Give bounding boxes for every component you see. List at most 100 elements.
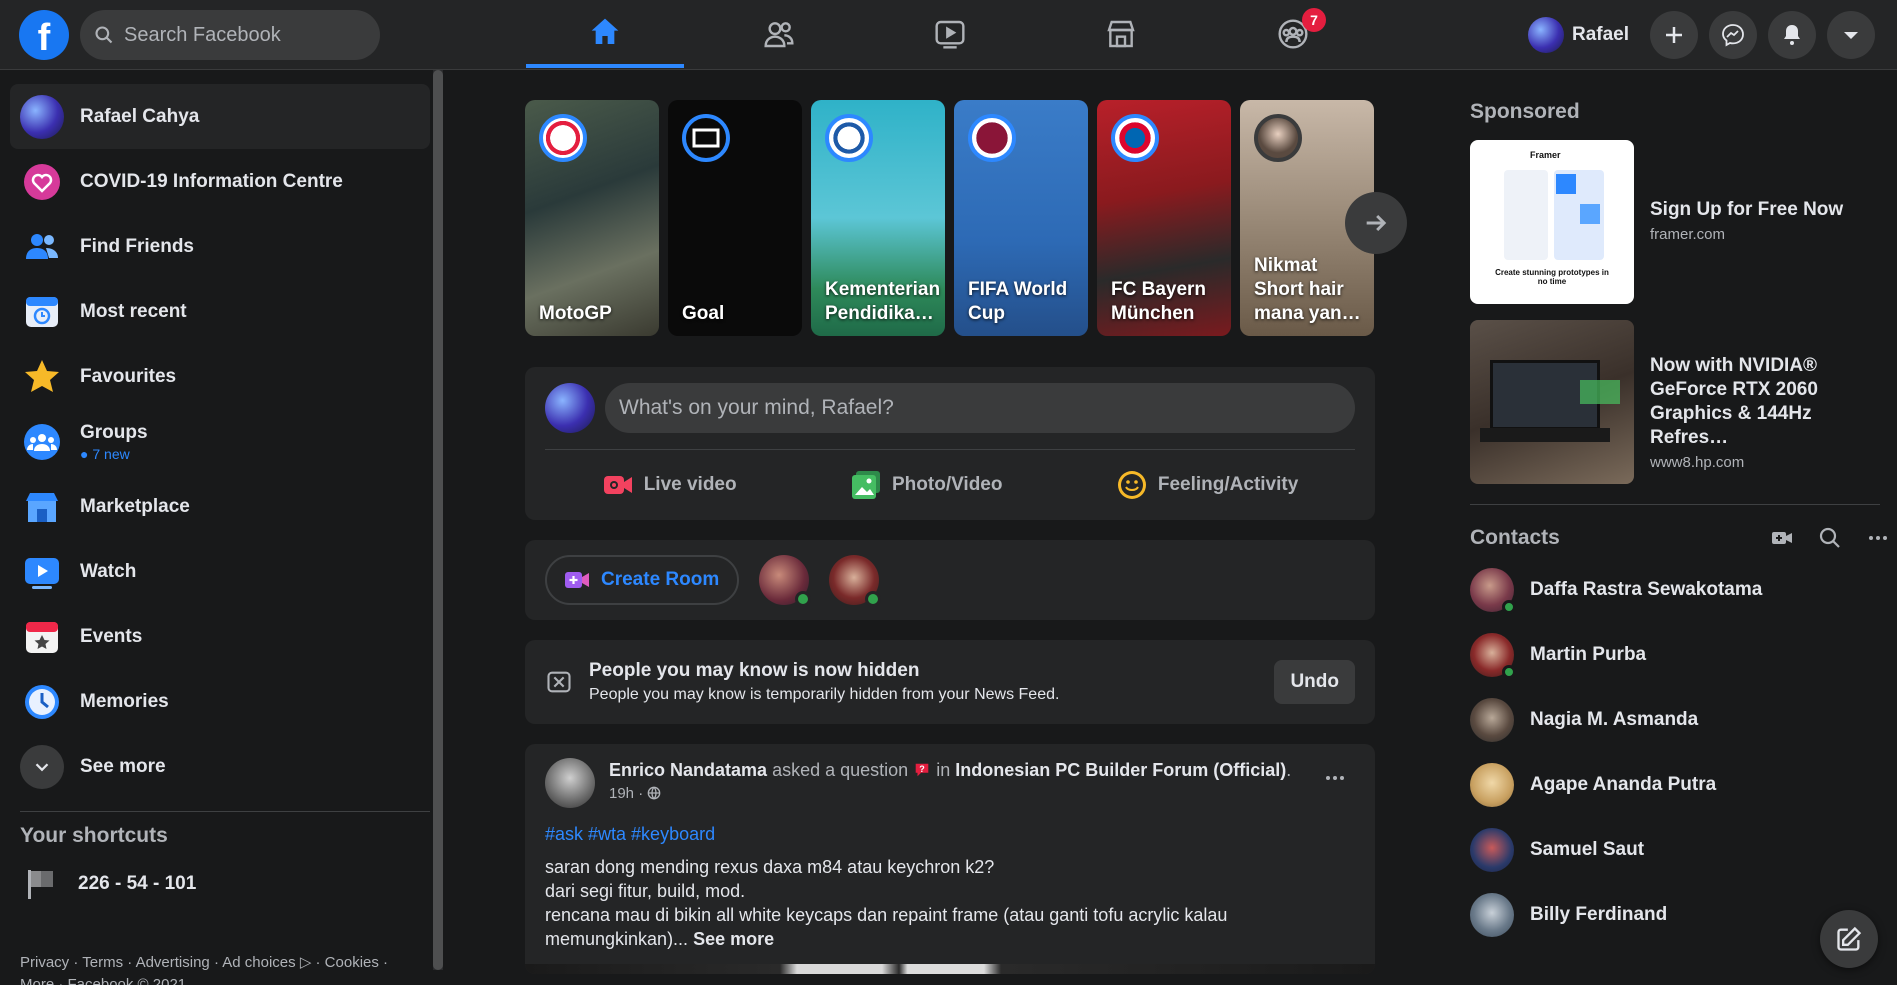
calendar-feed-icon [20,290,64,334]
messenger-button[interactable] [1709,11,1757,59]
avatar[interactable] [829,555,882,607]
sidebar-item-groups[interactable]: Groups ● 7 new [10,409,430,474]
contact-item[interactable]: Martin Purba [1470,622,1890,687]
contact-item[interactable]: Daffa Rastra Sewakotama [1470,557,1890,622]
contact-item[interactable]: Nagia M. Asmanda [1470,687,1890,752]
story-card[interactable]: Goal [668,100,802,336]
tab-marketplace[interactable] [1042,0,1200,68]
bell-icon [1784,25,1800,45]
new-room-icon[interactable] [1770,526,1794,550]
sponsored-ad[interactable]: Now with NVIDIA® GeForce RTX 2060 Graphi… [1470,320,1890,484]
story-card[interactable]: Kementerian Pendidika… [811,100,945,336]
plus-icon [1666,27,1682,43]
profile-chip[interactable]: Rafael [1528,16,1629,54]
photo-video-button[interactable]: Photo/Video [850,460,1002,510]
sidebar-item-events[interactable]: Events [10,604,430,669]
avatar[interactable] [759,555,812,607]
events-icon [20,615,64,659]
composer-input[interactable]: What's on your mind, Rafael? [605,383,1355,433]
scrollbar-thumb[interactable] [433,70,443,970]
tab-watch[interactable] [871,0,1029,68]
ad-image[interactable]: Framer Create stunning prototypes in no … [1470,140,1634,304]
tab-friends[interactable] [700,0,858,68]
stories-next-button[interactable] [1345,192,1407,254]
contact-item[interactable]: Agape Ananda Putra [1470,752,1890,817]
notifications-button[interactable] [1768,11,1816,59]
create-room-button[interactable]: Create Room [545,555,740,605]
sidebar-item-covid[interactable]: COVID-19 Information Centre [10,149,430,214]
rooms-card: Create Room [525,540,1375,620]
sidebar-item-label: Events [80,625,143,647]
feeling-activity-button[interactable]: Feeling/Activity [1116,460,1298,510]
sidebar-item-label: See more [80,755,166,777]
sidebar-item-watch[interactable]: Watch [10,539,430,604]
story-card[interactable]: MotoGP [525,100,659,336]
account-menu-button[interactable] [1827,11,1875,59]
hidden-notice-card: People you may know is now hidden People… [525,640,1375,724]
photo-icon [852,471,880,499]
tab-groups[interactable]: 7 [1214,0,1372,68]
sidebar-item-favourites[interactable]: Favourites [10,344,430,409]
create-button[interactable] [1650,11,1698,59]
new-message-button[interactable] [1820,910,1878,968]
story-card[interactable]: FIFA World Cup [954,100,1088,336]
question-icon: ? [915,763,929,777]
sidebar-item-label: Favourites [80,365,177,387]
search-icon[interactable] [1818,526,1842,550]
news-feed: MotoGP Goal Kementerian Pendidika… FIFA … [525,100,1407,974]
avatar [20,94,64,139]
ad-image[interactable] [1470,320,1634,484]
post-hashtags[interactable]: #ask #wta #keyboard [545,824,1355,845]
post-group-link[interactable]: Indonesian PC Builder Forum (Official) [955,760,1286,780]
shortcuts-heading: Your shortcuts [20,824,168,847]
shortcut-item[interactable]: 226 - 54 - 101 [10,856,430,912]
tab-home[interactable] [526,0,684,68]
search-input[interactable] [124,23,354,47]
post-line: dari segi fitur, build, mod. [545,881,746,901]
sidebar-item-profile[interactable]: Rafael Cahya [10,84,430,149]
sidebar-item-most-recent[interactable]: Most recent [10,279,430,344]
post-author[interactable]: Enrico Nandatama [609,760,767,780]
see-more-link[interactable]: See more [693,929,774,949]
sidebar-scrollbar[interactable] [433,70,443,970]
sidebar-item-label: Find Friends [80,235,194,257]
contact-item[interactable]: Samuel Saut [1470,817,1890,882]
sidebar-item-see-more[interactable]: See more [10,734,430,799]
avatar [1470,762,1514,807]
search-bar[interactable] [80,10,380,60]
footer-links[interactable]: Privacy · Terms · Advertising · Ad choic… [20,952,420,985]
post-action: asked a question [772,760,909,780]
action-label: Feeling/Activity [1157,474,1299,495]
create-room-label: Create Room [601,569,720,590]
ad-title: Sign Up for Free Now [1650,199,1844,220]
shortcut-label: 226 - 54 - 101 [78,873,197,894]
avatar[interactable] [545,758,595,808]
post-body: saran dong mending rexus daxa m84 atau k… [545,855,1355,951]
post-time[interactable]: 19h [609,785,634,802]
undo-button[interactable]: Undo [1274,660,1355,704]
feed-post: Enrico Nandatama asked a question ? in I… [525,744,1375,974]
sponsored-ad[interactable]: Framer Create stunning prototypes in no … [1470,140,1890,304]
messenger-icon [1722,24,1744,47]
sidebar-item-marketplace[interactable]: Marketplace [10,474,430,539]
avatar [1470,632,1516,679]
contact-name: Nagia M. Asmanda [1530,708,1699,730]
ad-brand: Framer [1530,150,1561,160]
ad-title: Now with NVIDIA® GeForce RTX 2060 Graphi… [1650,355,1818,448]
sidebar-item-find-friends[interactable]: Find Friends [10,214,430,279]
smiley-icon [1117,471,1146,499]
video-icon [935,20,965,49]
story-card[interactable]: FC Bayern München [1097,100,1231,336]
top-navigation-bar: f 7 Rafael [0,0,1897,70]
ellipsis-icon[interactable] [1866,526,1890,550]
sidebar-item-memories[interactable]: Memories [10,669,430,734]
more-options-button[interactable] [1315,758,1355,798]
live-video-button[interactable]: Live video [602,460,737,510]
compose-icon [1837,926,1862,951]
sidebar-item-label: Groups [80,421,148,443]
post-image[interactable] [525,964,1375,974]
friends-icon [764,22,794,48]
facebook-logo[interactable]: f [19,10,69,60]
story-label: Goal [682,303,725,324]
profile-name: Rafael [1572,24,1630,45]
